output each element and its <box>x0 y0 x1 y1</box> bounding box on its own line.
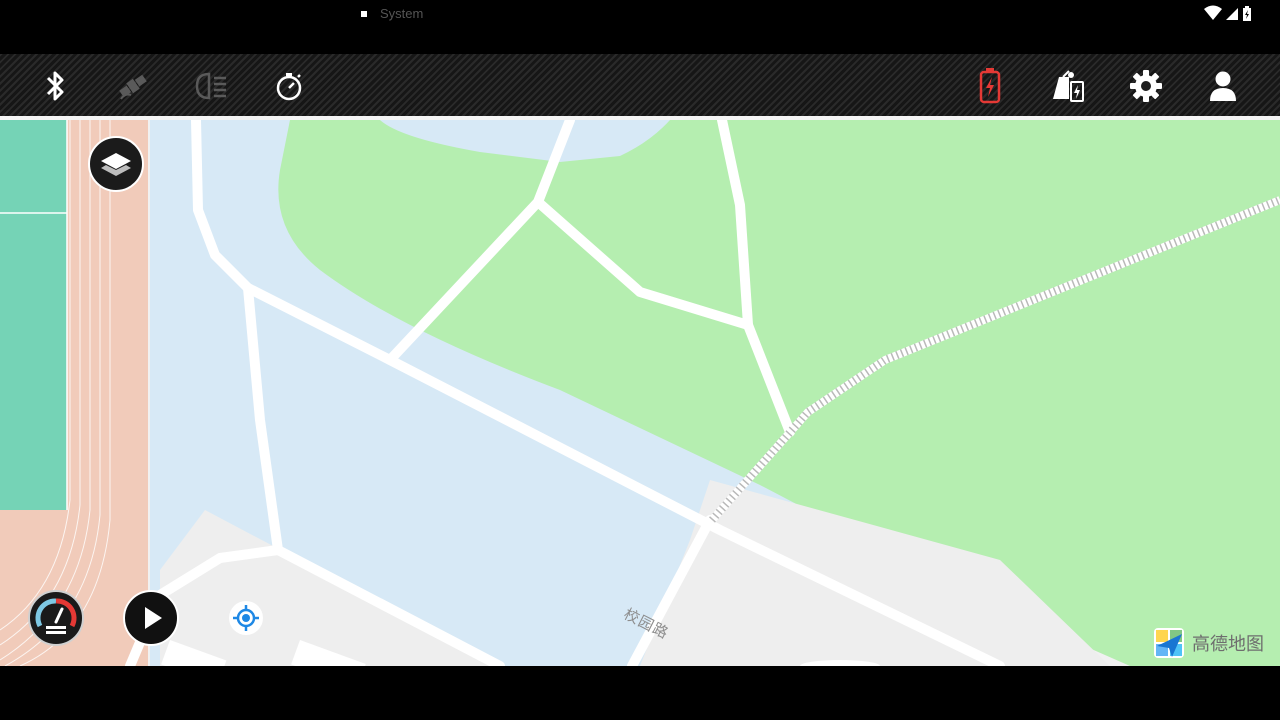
system-status-bar: System <box>0 0 1280 54</box>
bluetooth-icon[interactable] <box>36 66 76 106</box>
map-view[interactable]: 校园路 高德地图 <box>0 120 1280 666</box>
satellite-icon[interactable] <box>113 66 153 106</box>
notification-label: System <box>380 6 424 21</box>
user-profile-icon[interactable] <box>1203 66 1243 106</box>
signal-icon <box>1226 8 1238 20</box>
map-provider-name: 高德地图 <box>1192 634 1264 655</box>
map-canvas[interactable] <box>0 120 1280 666</box>
app-toolbar <box>0 54 1280 116</box>
battery-charging-icon[interactable] <box>970 66 1010 106</box>
layers-button[interactable] <box>88 136 144 192</box>
status-icons <box>1202 4 1266 24</box>
play-button[interactable] <box>123 590 179 646</box>
speedometer-icon <box>35 598 77 634</box>
battery-charging-icon <box>1243 6 1251 21</box>
layers-icon <box>101 153 131 176</box>
timer-icon[interactable] <box>269 66 309 106</box>
map-provider-brand: 高德地图 <box>1152 626 1264 660</box>
notification-dot <box>361 11 367 17</box>
amap-logo-icon <box>1154 628 1184 658</box>
remote-controller-battery-icon[interactable] <box>1048 66 1088 106</box>
locate-button[interactable] <box>229 601 263 635</box>
wifi-icon <box>1204 5 1222 20</box>
headlight-icon[interactable] <box>191 66 231 106</box>
settings-gear-icon[interactable] <box>1126 66 1166 106</box>
play-icon <box>145 607 162 629</box>
bottom-bar <box>0 666 1280 720</box>
speed-gauge-button[interactable] <box>28 590 84 646</box>
sports-field <box>0 120 67 510</box>
crosshair-icon <box>233 605 259 631</box>
